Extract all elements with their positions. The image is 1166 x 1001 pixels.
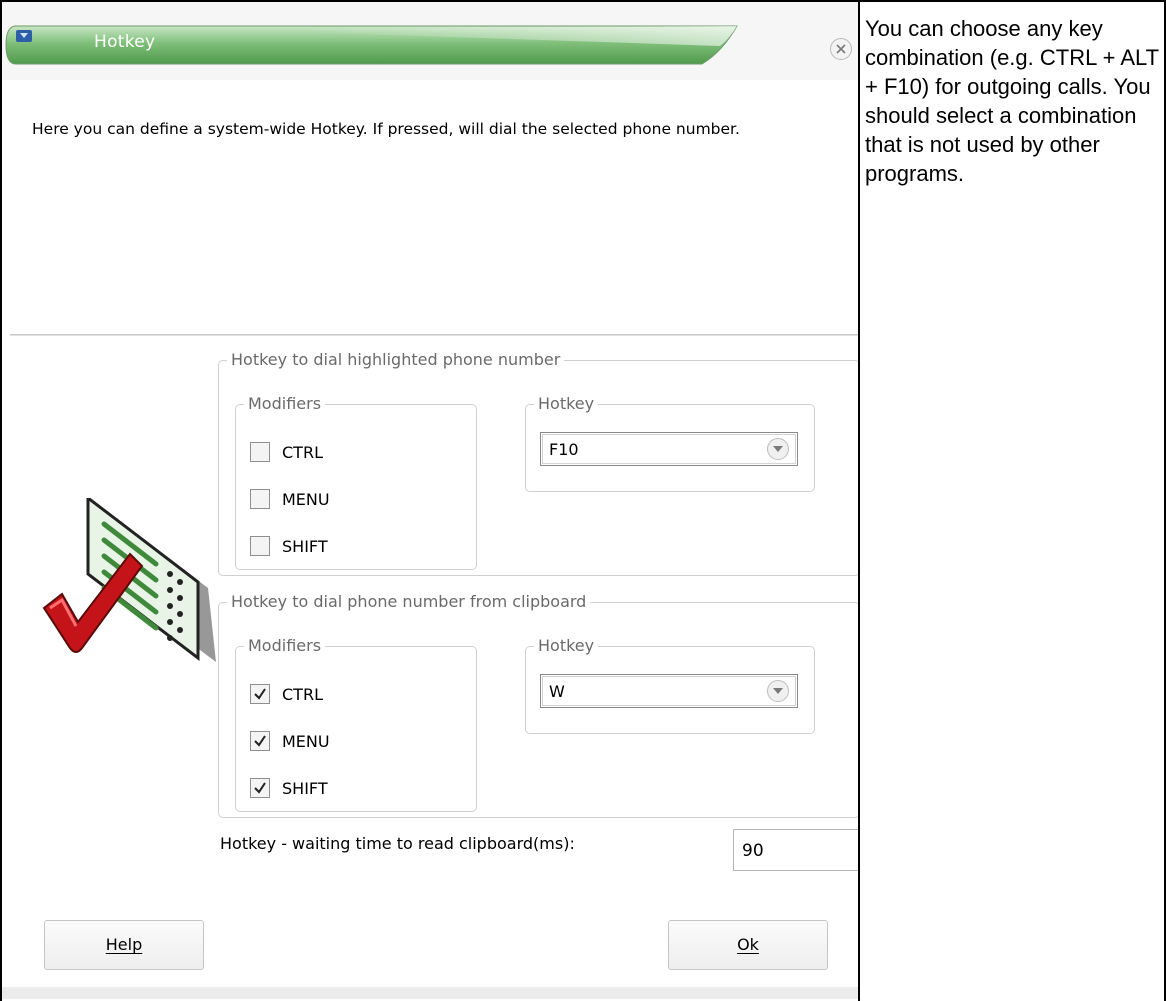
hotkey-select-1[interactable]: F10 [540,432,798,466]
dialog-title: Hotkey [94,32,156,52]
hotkey-select-value: W [549,682,565,701]
combo-inner [542,676,796,706]
wait-time-value: 90 [742,841,764,861]
modifiers-group-2: Modifiers CTRL MENU SHIFT [235,638,477,812]
group-highlighted-number: Hotkey to dial highlighted phone number … [218,352,858,576]
group-highlighted-legend: Hotkey to dial highlighted phone number [231,350,561,369]
combo-inner [542,434,796,464]
app-icon [16,30,32,42]
group-clipboard-legend: Hotkey to dial phone number from clipboa… [231,592,587,611]
ok-button[interactable]: Ok [668,920,828,970]
close-button[interactable] [830,38,852,60]
checklist-icon [42,498,216,662]
checkbox-label: MENU [282,490,330,509]
checkbox-box-checked[interactable] [250,731,270,751]
checkbox-box[interactable] [250,536,270,556]
ok-button-label: Ok [737,935,759,954]
separator-highlight [10,336,858,337]
checkbox-box-checked[interactable] [250,684,270,704]
checkbox-box[interactable] [250,489,270,509]
help-button[interactable]: Help [44,920,204,970]
modifiers-group-1: Modifiers CTRL MENU SHIFT [235,396,477,570]
close-icon [836,44,846,54]
checkmark-icon [254,735,266,747]
checkmark-icon [254,782,266,794]
hotkey-legend: Hotkey [538,394,595,413]
modifiers-legend: Modifiers [248,394,322,413]
chevron-down-icon [773,446,783,452]
hotkey-select-2[interactable]: W [540,674,798,708]
hotkey-legend: Hotkey [538,636,595,655]
hotkey-select-value: F10 [549,440,579,459]
checkmark-icon [254,688,266,700]
checkbox-label: SHIFT [282,537,328,556]
checkbox-label: CTRL [282,443,323,462]
help-description-text: You can choose any key combination (e.g.… [865,16,1159,186]
title-bar: Hotkey [2,2,858,80]
dropdown-button[interactable] [767,438,789,460]
hotkey-group-1: Hotkey F10 [525,396,815,492]
dialog-bottom-strip [2,987,858,999]
checkbox-label: CTRL [282,685,323,704]
wait-time-input[interactable]: 90 [733,829,858,871]
wait-time-label: Hotkey - waiting time to read clipboard(… [220,834,575,853]
checkbox-box[interactable] [250,442,270,462]
hotkey-dialog: Hotkey Here you can define a system-wide… [2,2,858,999]
help-button-label: Help [105,935,143,954]
dropdown-button[interactable] [767,680,789,702]
checkbox-label: SHIFT [282,779,328,798]
modifiers-legend: Modifiers [248,636,322,655]
group-clipboard-number: Hotkey to dial phone number from clipboa… [218,594,858,818]
checkbox-label: MENU [282,732,330,751]
dialog-description: Here you can define a system-wide Hotkey… [32,120,740,138]
checkbox-box-checked[interactable] [250,778,270,798]
table-border-middle [858,0,860,1001]
chevron-down-icon [773,688,783,694]
hotkey-group-2: Hotkey W [525,638,815,734]
